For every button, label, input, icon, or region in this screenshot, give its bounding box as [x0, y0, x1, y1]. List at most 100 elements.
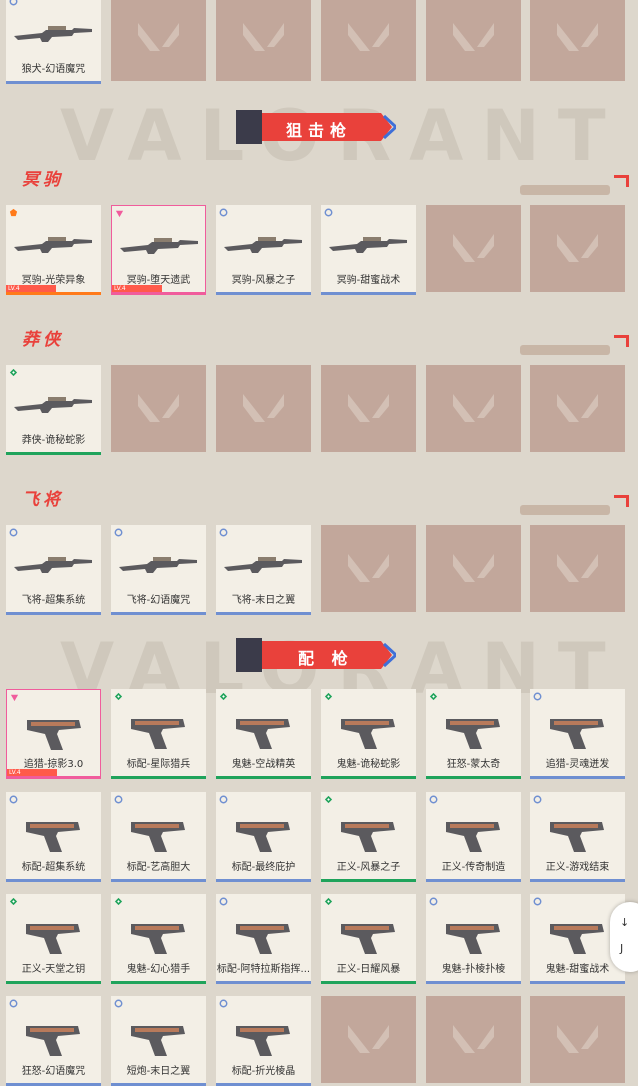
skin-name: 标配-星际猎兵	[126, 759, 191, 770]
pistol-icon	[550, 719, 604, 749]
tier-badge-icon	[9, 208, 18, 217]
tier-badge-icon	[324, 795, 333, 804]
corner-decoration	[614, 175, 629, 187]
pistol-icon	[236, 1026, 290, 1056]
skin-card[interactable]: 标配-阿特拉斯指挥...	[216, 894, 311, 984]
valorant-logo-icon	[557, 23, 598, 51]
pistol-icon	[131, 924, 185, 954]
skin-name: 鬼魅-空战精英	[231, 759, 296, 770]
skin-card[interactable]: 标配-折光棱晶	[216, 996, 311, 1086]
tier-badge-icon	[9, 528, 18, 537]
skin-name: 追猎-掠影3.0	[23, 759, 84, 770]
skin-card[interactable]: 正义-风暴之子	[321, 792, 416, 882]
skin-card[interactable]: 飞将-幻语魔咒	[111, 525, 206, 615]
corner-decoration	[614, 495, 629, 507]
skin-card[interactable]: 追猎-灵魂迸发	[530, 689, 625, 779]
sniper-silhouette-icon	[520, 505, 610, 515]
empty-slot	[530, 996, 625, 1083]
skin-card[interactable]: 正义-日耀风暴	[321, 894, 416, 984]
skin-card[interactable]: 狂怒-幻语魔咒	[6, 996, 101, 1086]
valorant-logo-icon	[243, 394, 284, 422]
skin-name: 鬼魅-甜蜜战术	[545, 964, 610, 975]
pistol-icon	[236, 822, 290, 852]
valorant-logo-icon	[138, 23, 179, 51]
skin-card[interactable]: 狂怒-蒙太奇	[426, 689, 521, 779]
valorant-logo-icon	[348, 1025, 389, 1053]
empty-slot	[321, 525, 416, 612]
empty-slot	[111, 0, 206, 81]
banner-label: 狙击枪	[286, 121, 353, 140]
skin-card[interactable]: 鬼魅-空战精英	[216, 689, 311, 779]
skin-name: 正义-传奇制造	[441, 862, 506, 873]
rifle-icon	[14, 26, 92, 42]
skin-name: 狂怒-蒙太奇	[446, 759, 501, 770]
skin-card[interactable]: 冥驹-堕天遗武 LV.4	[111, 205, 206, 295]
skin-name: 标配-阿特拉斯指挥...	[216, 964, 311, 975]
rifle-icon	[329, 237, 407, 253]
pistol-icon	[446, 719, 500, 749]
tier-badge-icon	[324, 897, 333, 906]
skin-name: 飞将-超集系统	[21, 595, 86, 606]
empty-slot	[321, 365, 416, 452]
skin-card[interactable]: 短炮-末日之翼	[111, 996, 206, 1086]
tier-badge-icon	[219, 528, 228, 537]
floating-side-button[interactable]: ↓ J	[610, 902, 638, 972]
pistol-icon	[341, 719, 395, 749]
valorant-logo-icon	[453, 394, 494, 422]
empty-slot	[216, 365, 311, 452]
skin-card[interactable]: 正义-游戏结束	[530, 792, 625, 882]
skin-card[interactable]: 标配-最终庇护	[216, 792, 311, 882]
skin-card[interactable]: 飞将-超集系统	[6, 525, 101, 615]
rifle-icon	[14, 557, 92, 573]
skin-card[interactable]: 标配-艺高胆大	[111, 792, 206, 882]
pistol-icon	[236, 924, 290, 954]
empty-slot	[426, 525, 521, 612]
side-button-line1: ↓	[620, 916, 630, 929]
tier-badge-icon	[533, 897, 542, 906]
empty-slot	[530, 365, 625, 452]
pistol-icon	[26, 924, 80, 954]
empty-slot	[426, 996, 521, 1083]
skin-card[interactable]: 追猎-掠影3.0 LV.4	[6, 689, 101, 779]
pistol-icon	[27, 720, 81, 750]
skin-card[interactable]: 冥驹-光荣异象 LV.4	[6, 205, 101, 295]
rifle-icon	[119, 557, 197, 573]
skin-card[interactable]: 标配-超集系统	[6, 792, 101, 882]
pistol-icon	[131, 1026, 185, 1056]
skin-card[interactable]: 莽侠-诡秘蛇影	[6, 365, 101, 455]
valorant-logo-icon	[348, 23, 389, 51]
skin-card[interactable]: 正义-传奇制造	[426, 792, 521, 882]
corner-decoration	[614, 335, 629, 347]
tier-badge-icon	[324, 208, 333, 217]
valorant-logo-icon	[557, 234, 598, 262]
empty-slot	[426, 205, 521, 292]
skin-name: 正义-游戏结束	[545, 862, 610, 873]
skin-name: 莽侠-诡秘蛇影	[21, 435, 86, 446]
pistol-icon	[131, 822, 185, 852]
empty-slot	[530, 205, 625, 292]
skin-name: 鬼魅-诡秘蛇影	[336, 759, 401, 770]
pistol-icon	[236, 719, 290, 749]
rifle-icon	[14, 237, 92, 253]
valorant-logo-icon	[453, 554, 494, 582]
skin-card[interactable]: 飞将-末日之翼	[216, 525, 311, 615]
tier-badge-icon	[533, 795, 542, 804]
skin-card[interactable]: 冥驹-甜蜜战术	[321, 205, 416, 295]
skin-card[interactable]: 鬼魅-诡秘蛇影	[321, 689, 416, 779]
tier-badge-icon	[324, 692, 333, 701]
skin-card[interactable]: 狼犬-幻语魔咒	[6, 0, 101, 84]
valorant-logo-icon	[138, 394, 179, 422]
level-tag: LV.4	[6, 285, 56, 292]
level-tag: LV.4	[112, 285, 162, 292]
skin-card[interactable]: 冥驹-风暴之子	[216, 205, 311, 295]
skin-card[interactable]: 标配-星际猎兵	[111, 689, 206, 779]
tier-badge-icon	[9, 795, 18, 804]
empty-slot	[111, 365, 206, 452]
skin-name: 正义-天堂之钥	[21, 964, 86, 975]
tier-badge-icon	[533, 692, 542, 701]
skin-card[interactable]: 正义-天堂之钥	[6, 894, 101, 984]
skin-name: 狼犬-幻语魔咒	[21, 64, 86, 75]
tier-badge-icon	[115, 210, 124, 218]
skin-card[interactable]: 鬼魅-扑棱扑棱	[426, 894, 521, 984]
skin-card[interactable]: 鬼魅-幻心猎手	[111, 894, 206, 984]
